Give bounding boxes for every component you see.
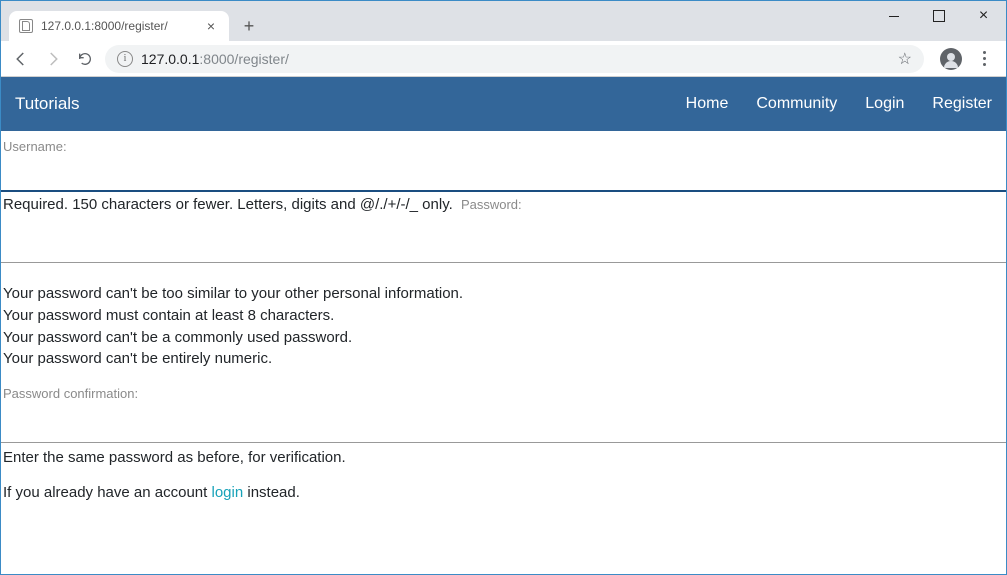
browser-tab[interactable]: 127.0.0.1:8000/register/ × — [9, 11, 229, 41]
brand[interactable]: Tutorials — [15, 94, 80, 114]
address-bar[interactable]: i 127.0.0.1:8000/register/ ☆ — [105, 45, 924, 73]
password-rule: Your password can't be entirely numeric. — [3, 348, 1004, 370]
nav-community[interactable]: Community — [756, 95, 837, 113]
minimize-button[interactable] — [871, 1, 916, 31]
page-icon — [19, 19, 33, 33]
username-label: Username: — [1, 137, 1006, 156]
bookmark-icon[interactable]: ☆ — [898, 49, 912, 69]
password-confirm-help: Enter the same password as before, for v… — [1, 443, 1006, 472]
nav-login[interactable]: Login — [865, 95, 904, 113]
url-text: 127.0.0.1:8000/register/ — [141, 51, 890, 67]
title-bar: 127.0.0.1:8000/register/ × + × — [1, 1, 1006, 41]
password-input[interactable] — [1, 227, 1006, 263]
username-help: Required. 150 characters or fewer. Lette… — [1, 192, 1006, 217]
menu-icon[interactable] — [974, 51, 994, 66]
password-rules: Your password can't be too similar to yo… — [1, 263, 1006, 384]
page-content: Tutorials Home Community Login Register … — [1, 77, 1006, 574]
close-window-button[interactable]: × — [961, 1, 1006, 31]
maximize-button[interactable] — [916, 1, 961, 31]
username-input[interactable] — [1, 156, 1006, 192]
password-confirm-label: Password confirmation: — [1, 384, 1006, 403]
new-tab-button[interactable]: + — [235, 12, 263, 40]
reload-button[interactable] — [73, 47, 97, 71]
close-tab-icon[interactable]: × — [203, 18, 219, 34]
tab-title: 127.0.0.1:8000/register/ — [41, 19, 195, 33]
password-label: Password: — [461, 197, 522, 212]
password-rule: Your password can't be too similar to yo… — [3, 283, 1004, 305]
forward-button[interactable] — [41, 47, 65, 71]
back-button[interactable] — [9, 47, 33, 71]
nav-home[interactable]: Home — [686, 95, 729, 113]
password-rule: Your password must contain at least 8 ch… — [3, 305, 1004, 327]
nav-register[interactable]: Register — [932, 95, 992, 113]
password-confirm-input[interactable] — [1, 407, 1006, 443]
site-navbar: Tutorials Home Community Login Register — [1, 77, 1006, 131]
login-link[interactable]: login — [211, 484, 243, 501]
site-info-icon[interactable]: i — [117, 51, 133, 67]
browser-toolbar: i 127.0.0.1:8000/register/ ☆ — [1, 41, 1006, 77]
password-rule: Your password can't be a commonly used p… — [3, 327, 1004, 349]
already-have-account: If you already have an account login ins… — [1, 472, 1006, 513]
profile-icon[interactable] — [940, 48, 962, 70]
